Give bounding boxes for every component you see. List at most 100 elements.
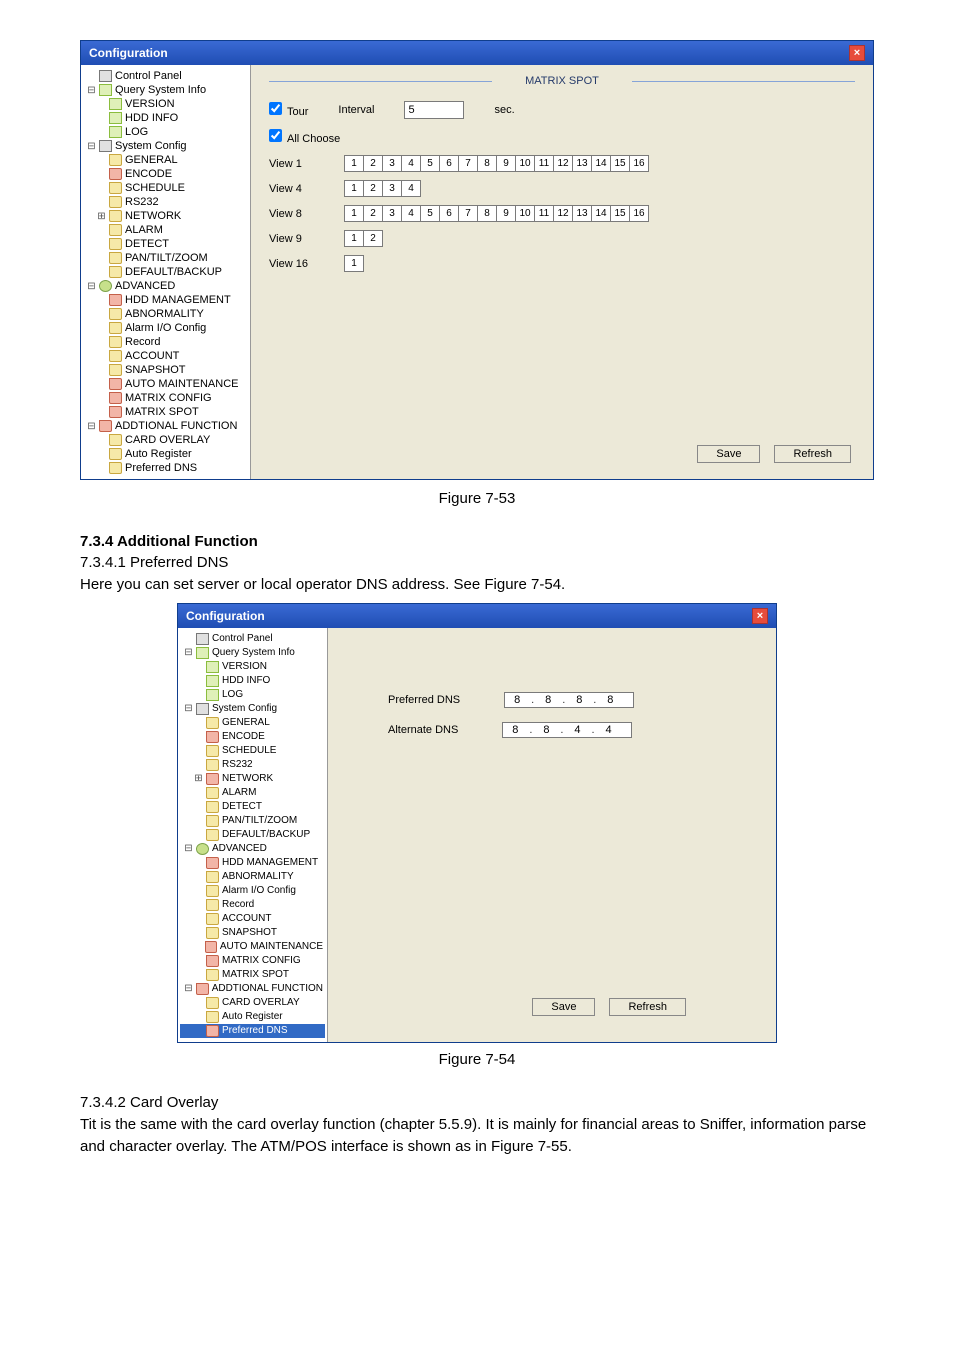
ip-octet[interactable]: 8 [601, 694, 619, 706]
tree-item[interactable]: HDD MANAGEMENT [180, 856, 325, 870]
channel-box[interactable]: 2 [363, 180, 383, 197]
tree-item[interactable]: Control Panel [180, 632, 325, 646]
channel-box[interactable]: 2 [363, 155, 383, 172]
tree-item[interactable]: ⊟ADDTIONAL FUNCTION [180, 982, 325, 996]
tree-item[interactable]: LOG [83, 125, 248, 139]
tree-item[interactable]: ⊟Query System Info [180, 646, 325, 660]
tree-item[interactable]: ⊞NETWORK [83, 209, 248, 223]
alternate-dns-input[interactable]: 8.8.4.4 [502, 722, 632, 738]
channel-box[interactable]: 1 [344, 230, 364, 247]
tree-item[interactable]: MATRIX CONFIG [83, 391, 248, 405]
channel-box[interactable]: 5 [420, 155, 440, 172]
channel-box[interactable]: 9 [496, 205, 516, 222]
tree-item[interactable]: HDD INFO [180, 674, 325, 688]
tree-item[interactable]: DEFAULT/BACKUP [180, 828, 325, 842]
tree-item[interactable]: ABNORMALITY [83, 307, 248, 321]
ip-octet[interactable]: 8 [508, 694, 526, 706]
tree-item[interactable]: ⊟System Config [83, 139, 248, 153]
channel-box[interactable]: 1 [344, 255, 364, 272]
tree-item[interactable]: Record [180, 898, 325, 912]
expand-icon[interactable]: ⊟ [184, 647, 193, 658]
tree-item[interactable]: HDD MANAGEMENT [83, 293, 248, 307]
close-icon[interactable]: × [752, 608, 768, 624]
allchoose-checkbox[interactable]: All Choose [269, 129, 340, 145]
tree-item[interactable]: VERSION [83, 97, 248, 111]
channel-box[interactable]: 3 [382, 205, 402, 222]
channel-box[interactable]: 5 [420, 205, 440, 222]
refresh-button[interactable]: Refresh [609, 998, 686, 1016]
tree-item[interactable]: SCHEDULE [83, 181, 248, 195]
tree-item[interactable]: DETECT [180, 800, 325, 814]
expand-icon[interactable]: ⊟ [184, 983, 193, 994]
channel-box[interactable]: 10 [515, 205, 535, 222]
tree-item[interactable]: ENCODE [83, 167, 248, 181]
channel-box[interactable]: 12 [553, 155, 573, 172]
tree-item[interactable]: Record [83, 335, 248, 349]
tree-item[interactable]: ⊞NETWORK [180, 772, 325, 786]
channel-box[interactable]: 6 [439, 205, 459, 222]
tree-item[interactable]: ⊟Query System Info [83, 83, 248, 97]
tree-item[interactable]: SNAPSHOT [83, 363, 248, 377]
tree-item[interactable]: ALARM [180, 786, 325, 800]
preferred-dns-input[interactable]: 8.8.8.8 [504, 692, 634, 708]
expand-icon[interactable]: ⊟ [87, 421, 96, 432]
channel-box[interactable]: 3 [382, 180, 402, 197]
tree-item[interactable]: MATRIX SPOT [180, 968, 325, 982]
tree-item[interactable]: ACCOUNT [180, 912, 325, 926]
channel-box[interactable]: 14 [591, 205, 611, 222]
tree-panel[interactable]: Control Panel⊟Query System InfoVERSIONHD… [178, 628, 328, 1042]
expand-icon[interactable]: ⊞ [97, 211, 106, 222]
tree-panel[interactable]: Control Panel⊟Query System InfoVERSIONHD… [81, 65, 251, 479]
channel-box[interactable]: 11 [534, 205, 554, 222]
channel-box[interactable]: 7 [458, 205, 478, 222]
channel-box[interactable]: 11 [534, 155, 554, 172]
channel-box[interactable]: 10 [515, 155, 535, 172]
expand-icon[interactable]: ⊟ [184, 843, 193, 854]
channel-box[interactable]: 4 [401, 180, 421, 197]
channel-box[interactable]: 8 [477, 155, 497, 172]
channel-box[interactable]: 16 [629, 155, 649, 172]
channel-box[interactable]: 15 [610, 155, 630, 172]
tree-item[interactable]: AUTO MAINTENANCE [83, 377, 248, 391]
tree-item[interactable]: ENCODE [180, 730, 325, 744]
channel-box[interactable]: 9 [496, 155, 516, 172]
expand-icon[interactable]: ⊟ [87, 141, 96, 152]
tree-item[interactable]: LOG [180, 688, 325, 702]
channel-box[interactable]: 8 [477, 205, 497, 222]
tree-item[interactable]: ⊟ADDTIONAL FUNCTION [83, 419, 248, 433]
tree-item[interactable]: AUTO MAINTENANCE [180, 940, 325, 954]
channel-box[interactable]: 3 [382, 155, 402, 172]
tree-item[interactable]: Alarm I/O Config [83, 321, 248, 335]
ip-octet[interactable]: 4 [600, 724, 618, 736]
channel-box[interactable]: 14 [591, 155, 611, 172]
ip-octet[interactable]: 8 [506, 724, 524, 736]
tree-item[interactable]: Control Panel [83, 69, 248, 83]
tree-item[interactable]: ABNORMALITY [180, 870, 325, 884]
save-button[interactable]: Save [697, 445, 760, 463]
tree-item[interactable]: SNAPSHOT [180, 926, 325, 940]
tree-item[interactable]: Alarm I/O Config [180, 884, 325, 898]
channel-box[interactable]: 1 [344, 180, 364, 197]
tree-item[interactable]: ACCOUNT [83, 349, 248, 363]
tree-item[interactable]: RS232 [83, 195, 248, 209]
tree-item[interactable]: PAN/TILT/ZOOM [180, 814, 325, 828]
tree-item[interactable]: Preferred DNS [83, 461, 248, 475]
tree-item[interactable]: DEFAULT/BACKUP [83, 265, 248, 279]
interval-input[interactable] [404, 101, 464, 119]
tree-item[interactable]: HDD INFO [83, 111, 248, 125]
channel-box[interactable]: 1 [344, 205, 364, 222]
tree-item[interactable]: DETECT [83, 237, 248, 251]
tree-item[interactable]: GENERAL [83, 153, 248, 167]
tree-item[interactable]: ⊟ADVANCED [83, 279, 248, 293]
expand-icon[interactable]: ⊟ [87, 281, 96, 292]
ip-octet[interactable]: 4 [568, 724, 586, 736]
tree-item[interactable]: ⊟ADVANCED [180, 842, 325, 856]
tree-item[interactable]: CARD OVERLAY [180, 996, 325, 1010]
refresh-button[interactable]: Refresh [774, 445, 851, 463]
tree-item[interactable]: Auto Register [83, 447, 248, 461]
close-icon[interactable]: × [849, 45, 865, 61]
channel-box[interactable]: 2 [363, 230, 383, 247]
channel-box[interactable]: 6 [439, 155, 459, 172]
channel-box[interactable]: 4 [401, 155, 421, 172]
channel-box[interactable]: 7 [458, 155, 478, 172]
